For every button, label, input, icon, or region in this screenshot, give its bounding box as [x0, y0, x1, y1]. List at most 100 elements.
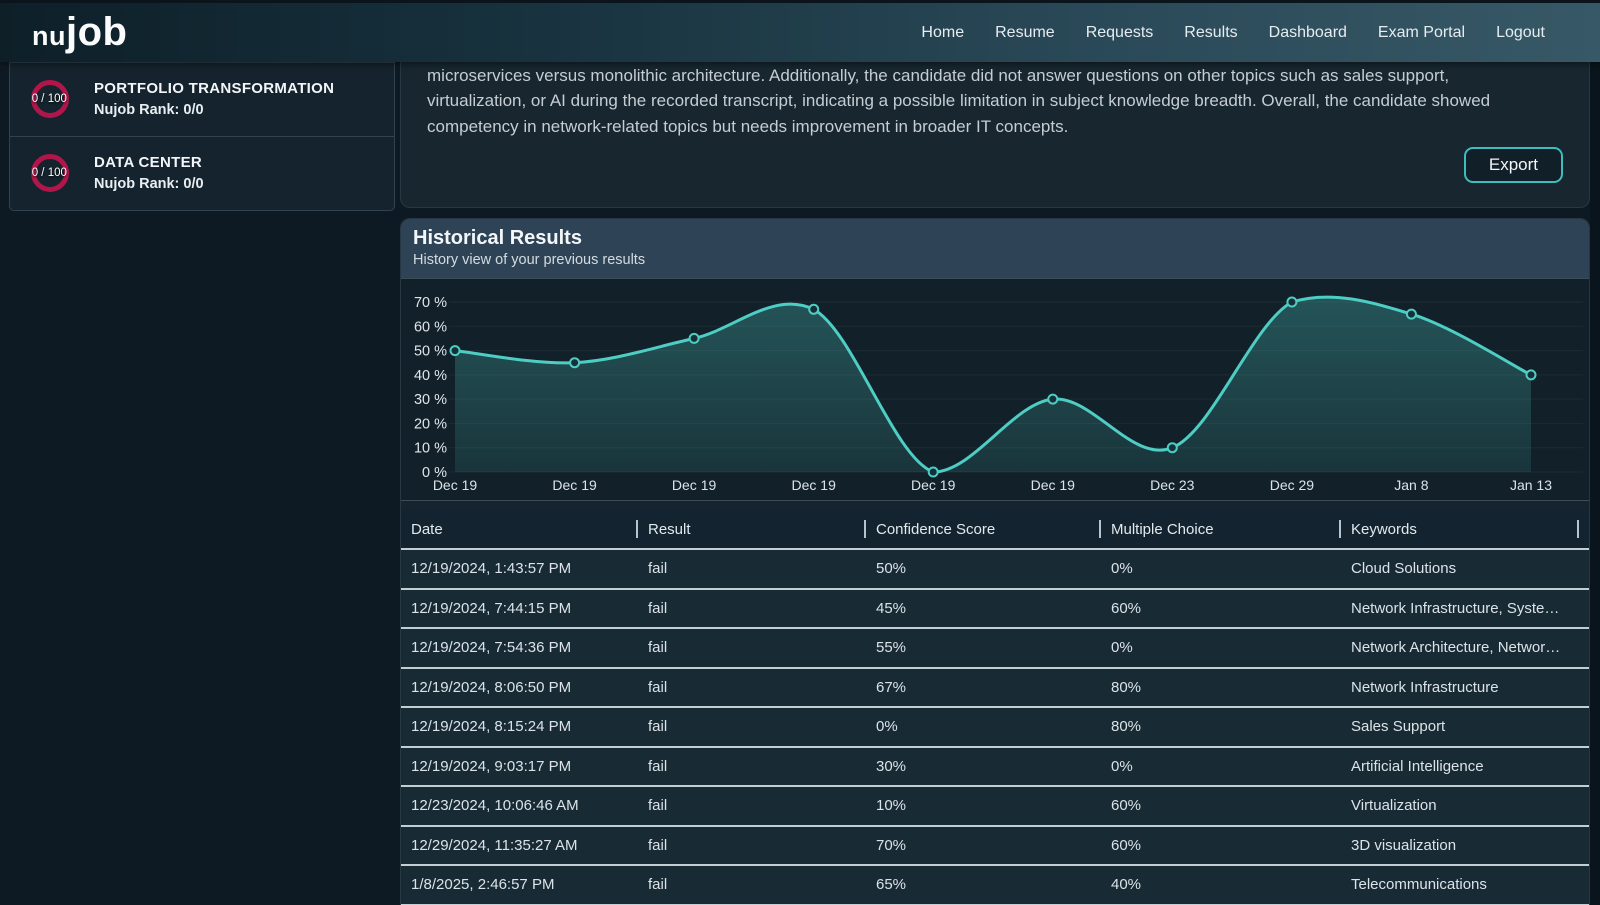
- history-panel: Historical Results History view of your …: [400, 218, 1590, 905]
- x-axis-label: Dec 19: [552, 477, 597, 493]
- header-right-bar: [1577, 520, 1579, 538]
- y-axis-tick: 20 %: [414, 416, 447, 432]
- nav-item-logout[interactable]: Logout: [1496, 24, 1545, 42]
- x-axis-label: Dec 29: [1270, 477, 1315, 493]
- x-axis-label: Jan 8: [1394, 477, 1428, 493]
- results-table: Date Result Confidence Score Multiple Choic…: [401, 510, 1589, 905]
- header-divider-bar: [636, 520, 638, 538]
- nav-item-dashboard[interactable]: Dashboard: [1269, 24, 1347, 42]
- cell-keywords: Telecommunications: [1339, 876, 1579, 893]
- cell-confidence-score: 45%: [864, 600, 1099, 617]
- table-row[interactable]: 12/19/2024, 9:03:17 PMfail30%0%Artificia…: [401, 746, 1589, 786]
- history-chart: 0 %10 %20 %30 %40 %50 %60 %70 %Dec 19Dec…: [401, 279, 1589, 502]
- cell-date: 12/19/2024, 9:03:17 PM: [411, 758, 636, 775]
- cell-result: fail: [636, 679, 864, 696]
- chart-point: [690, 334, 699, 343]
- header-divider-bar: [864, 520, 866, 538]
- cell-multiple-choice: 80%: [1099, 679, 1339, 696]
- table-row[interactable]: 12/29/2024, 11:35:27 AMfail70%60%3D visu…: [401, 825, 1589, 865]
- cell-multiple-choice: 40%: [1099, 876, 1339, 893]
- export-button[interactable]: Export: [1464, 147, 1563, 183]
- cell-confidence-score: 55%: [864, 639, 1099, 656]
- x-axis-label: Dec 19: [1031, 477, 1076, 493]
- table-row[interactable]: 12/19/2024, 7:44:15 PMfail45%60%Network …: [401, 588, 1589, 628]
- chart-point: [1287, 298, 1296, 307]
- cell-date: 12/29/2024, 11:35:27 AM: [411, 837, 636, 854]
- app: nujob Home Resume Requests Results Dashboard…: [0, 0, 1600, 905]
- column-header-label: Multiple Choice: [1111, 521, 1214, 538]
- cell-confidence-score: 65%: [864, 876, 1099, 893]
- sidebar-item-title: DATA CENTER: [94, 154, 204, 171]
- table-row[interactable]: 12/19/2024, 8:06:50 PMfail67%80%Network …: [401, 667, 1589, 707]
- score-badge: 0 / 100: [32, 167, 67, 179]
- cell-confidence-score: 70%: [864, 837, 1099, 854]
- cell-result: fail: [636, 560, 864, 577]
- cell-confidence-score: 30%: [864, 758, 1099, 775]
- cell-date: 12/19/2024, 7:54:36 PM: [411, 639, 636, 656]
- cell-result: fail: [636, 758, 864, 775]
- sidebar-cards: 0 / 100PORTFOLIO TRANSFORMATIONNujob Ran…: [9, 62, 395, 211]
- nujob-logo[interactable]: nujob: [32, 10, 127, 55]
- sidebar-item-portfolio-transformation[interactable]: 0 / 100PORTFOLIO TRANSFORMATIONNujob Ran…: [10, 63, 394, 136]
- cell-date: 12/19/2024, 8:15:24 PM: [411, 718, 636, 735]
- logo-part-nu: nu: [32, 21, 66, 52]
- history-title: Historical Results: [413, 227, 1575, 250]
- nav-item-exam-portal[interactable]: Exam Portal: [1378, 24, 1465, 42]
- x-axis-label: Dec 19: [672, 477, 717, 493]
- nav-item-resume[interactable]: Resume: [995, 24, 1055, 42]
- cell-confidence-score: 50%: [864, 560, 1099, 577]
- cell-date: 12/19/2024, 8:06:50 PM: [411, 679, 636, 696]
- column-header-date: Date: [411, 510, 636, 548]
- chart-point: [1527, 370, 1536, 379]
- cell-date: 1/8/2025, 2:46:57 PM: [411, 876, 636, 893]
- chart-point: [1168, 443, 1177, 452]
- cell-multiple-choice: 60%: [1099, 797, 1339, 814]
- summary-text: microservices versus monolithic architec…: [427, 63, 1552, 139]
- nav-item-home[interactable]: Home: [921, 24, 964, 42]
- score-badge: 0 / 100: [32, 93, 67, 105]
- y-axis-tick: 70 %: [414, 295, 447, 311]
- cell-keywords: Virtualization: [1339, 797, 1579, 814]
- table-body: 12/19/2024, 1:43:57 PMfail50%0%Cloud Sol…: [401, 548, 1589, 904]
- cell-keywords: Cloud Solutions: [1339, 560, 1579, 577]
- column-header-keywords: Keywords: [1339, 510, 1579, 548]
- logo-part-job: job: [66, 10, 127, 55]
- history-subtitle: History view of your previous results: [413, 252, 1575, 268]
- chart-area-fill: [455, 297, 1531, 472]
- cell-keywords: Network Infrastructure, Syste…: [1339, 600, 1579, 617]
- cell-confidence-score: 0%: [864, 718, 1099, 735]
- score-ring: 0 / 100: [28, 77, 72, 121]
- cell-multiple-choice: 60%: [1099, 600, 1339, 617]
- score-ring: 0 / 100: [28, 151, 72, 195]
- nav-item-results[interactable]: Results: [1184, 24, 1237, 42]
- column-header-label: Confidence Score: [876, 521, 995, 538]
- chart-point: [929, 468, 938, 477]
- cell-multiple-choice: 0%: [1099, 758, 1339, 775]
- cell-multiple-choice: 0%: [1099, 560, 1339, 577]
- cell-multiple-choice: 80%: [1099, 718, 1339, 735]
- cell-result: fail: [636, 797, 864, 814]
- cell-date: 12/19/2024, 7:44:15 PM: [411, 600, 636, 617]
- table-row[interactable]: 12/19/2024, 7:54:36 PMfail55%0%Network A…: [401, 627, 1589, 667]
- main-content: microservices versus monolithic architec…: [400, 62, 1590, 905]
- cell-confidence-score: 67%: [864, 679, 1099, 696]
- sidebar-item-data-center[interactable]: 0 / 100DATA CENTERNujob Rank: 0/0: [10, 136, 394, 210]
- y-axis-tick: 60 %: [414, 319, 447, 335]
- scrollbar-track[interactable]: [1590, 62, 1600, 905]
- cell-result: fail: [636, 837, 864, 854]
- cell-multiple-choice: 0%: [1099, 639, 1339, 656]
- cell-date: 12/19/2024, 1:43:57 PM: [411, 560, 636, 577]
- column-header-label: Result: [648, 521, 691, 538]
- table-row[interactable]: 12/19/2024, 8:15:24 PMfail0%80%Sales Sup…: [401, 706, 1589, 746]
- table-row[interactable]: 12/23/2024, 10:06:46 AMfail10%60%Virtual…: [401, 785, 1589, 825]
- y-axis-tick: 40 %: [414, 368, 447, 384]
- y-axis-tick: 30 %: [414, 392, 447, 408]
- cell-keywords: Network Infrastructure: [1339, 679, 1579, 696]
- header-divider-bar: [1099, 520, 1101, 538]
- x-axis-label: Dec 19: [433, 477, 478, 493]
- sidebar-item-rank: Nujob Rank: 0/0: [94, 102, 334, 118]
- table-row[interactable]: 12/19/2024, 1:43:57 PMfail50%0%Cloud Sol…: [401, 548, 1589, 588]
- nav-item-requests[interactable]: Requests: [1086, 24, 1154, 42]
- column-header-multiple-choice: Multiple Choice: [1099, 510, 1339, 548]
- table-row[interactable]: 1/8/2025, 2:46:57 PMfail65%40%Telecommun…: [401, 864, 1589, 904]
